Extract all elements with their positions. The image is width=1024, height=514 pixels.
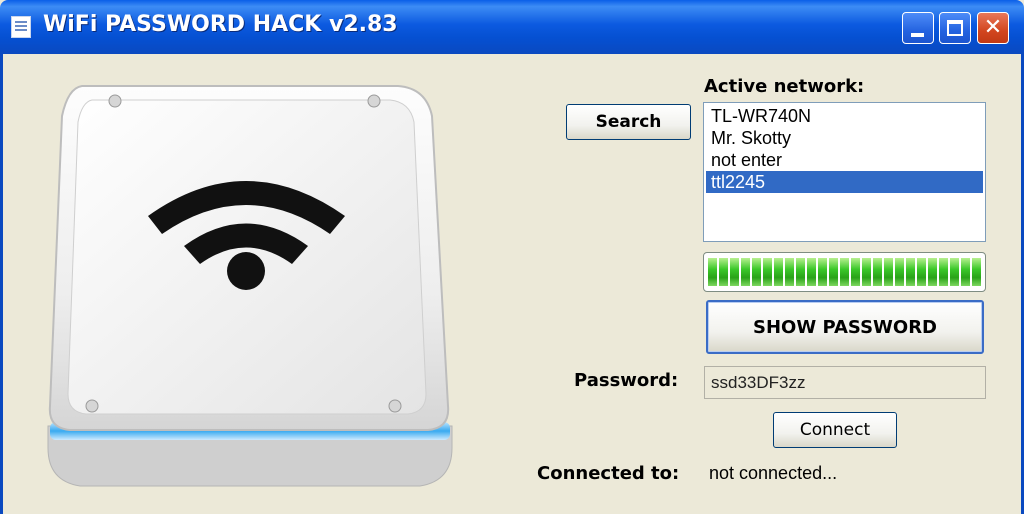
connected-to-label: Connected to: — [537, 463, 680, 484]
progress-segment — [807, 258, 816, 286]
progress-segment — [917, 258, 926, 286]
progress-segment — [972, 258, 981, 286]
progress-segment — [741, 258, 750, 286]
progress-segment — [895, 258, 904, 286]
maximize-button[interactable] — [939, 12, 971, 44]
progress-segment — [774, 258, 783, 286]
screw-bottom-left — [85, 399, 99, 413]
progress-segment — [763, 258, 772, 286]
progress-segment — [906, 258, 915, 286]
progress-segment — [961, 258, 970, 286]
minimize-icon — [911, 33, 924, 37]
network-item-1[interactable]: Mr. Skotty — [706, 127, 983, 149]
connection-status: not connected... — [709, 463, 838, 483]
active-network-label: Active network: — [704, 76, 865, 97]
title-bar[interactable]: WiFi PASSWORD HACK v2.83 ✕ — [0, 0, 1024, 54]
progress-segment — [851, 258, 860, 286]
close-button[interactable]: ✕ — [977, 12, 1009, 44]
progress-segment — [862, 258, 871, 286]
app-window: WiFi PASSWORD HACK v2.83 ✕ Search Active… — [0, 0, 1024, 514]
progress-fill — [708, 258, 981, 286]
network-item-0[interactable]: TL-WR740N — [706, 105, 983, 127]
progress-segment — [928, 258, 937, 286]
progress-segment — [939, 258, 948, 286]
show-password-button[interactable]: SHOW PASSWORD — [706, 300, 984, 354]
progress-segment — [950, 258, 959, 286]
window-title: WiFi PASSWORD HACK v2.83 — [43, 12, 398, 37]
progress-segment — [752, 258, 761, 286]
wifi-router-icon — [47, 85, 453, 487]
search-button[interactable]: Search — [566, 104, 691, 140]
progress-segment — [818, 258, 827, 286]
minimize-button[interactable] — [902, 12, 934, 44]
network-item-2[interactable]: not enter — [706, 149, 983, 171]
wifi-dot — [227, 252, 265, 290]
progress-segment — [785, 258, 794, 286]
close-icon: ✕ — [983, 15, 1003, 40]
app-icon[interactable] — [11, 16, 31, 38]
password-field[interactable]: ssd33DF3zz — [704, 366, 986, 399]
progress-bar — [703, 252, 986, 292]
progress-segment — [829, 258, 838, 286]
maximize-icon — [947, 20, 963, 36]
network-item-3[interactable]: ttl2245 — [706, 171, 983, 193]
progress-segment — [884, 258, 893, 286]
progress-segment — [840, 258, 849, 286]
screw-top-left — [108, 94, 122, 108]
progress-segment — [719, 258, 728, 286]
progress-segment — [708, 258, 717, 286]
password-label: Password: — [574, 370, 679, 391]
network-listbox[interactable]: TL-WR740N Mr. Skotty not enter ttl2245 — [703, 102, 986, 242]
progress-segment — [796, 258, 805, 286]
progress-segment — [730, 258, 739, 286]
screw-top-right — [367, 94, 381, 108]
progress-segment — [873, 258, 882, 286]
connect-button[interactable]: Connect — [773, 412, 897, 448]
screw-bottom-right — [388, 399, 402, 413]
